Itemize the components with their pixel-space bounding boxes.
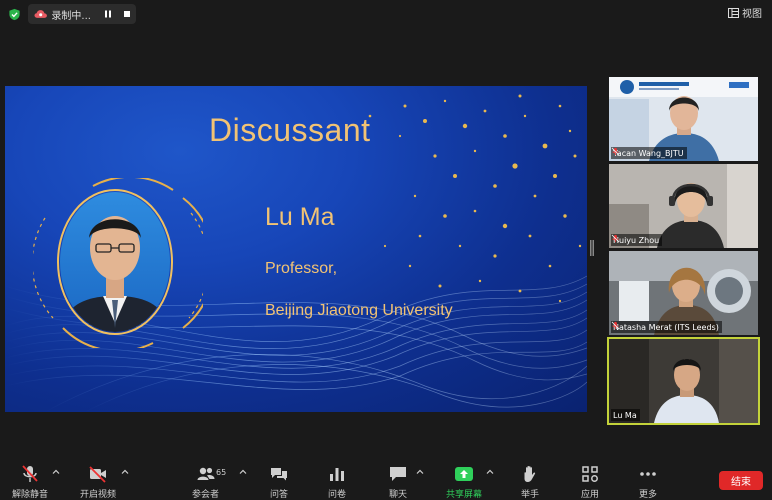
speaker-affiliation: Beijing Jiaotong University (265, 302, 453, 319)
speaker-portrait (33, 178, 203, 348)
participant-name: Yacan Wang_BJTU (613, 148, 684, 158)
pause-recording-button[interactable] (100, 5, 117, 23)
participant-label: Yacan Wang_BJTU (611, 147, 687, 159)
participant-label: Lu Ma (611, 409, 640, 421)
unmute-button[interactable]: 解除静音 (12, 464, 48, 500)
hand-icon (524, 466, 536, 482)
raise-hand-button[interactable]: 举手 (520, 464, 540, 500)
more-dots-icon (640, 472, 656, 476)
speaker-name: Lu Ma (265, 203, 335, 231)
participant-name: Natasha Merat (ITS Leeds) (613, 322, 719, 332)
video-off-icon (89, 466, 106, 483)
shield-check-icon[interactable] (8, 8, 21, 21)
apps-button[interactable]: 应用 (580, 464, 600, 500)
qa-button[interactable]: 问答 (269, 464, 289, 500)
view-label: 视图 (742, 9, 762, 20)
stop-recording-button[interactable] (119, 5, 136, 23)
meeting-window: 录制中... 视图 Discussant Lu Ma Professor, Be… (0, 0, 772, 500)
apps-label: 应用 (580, 490, 599, 500)
participant-label: Huiyu Zhou (611, 234, 663, 246)
pause-icon (105, 10, 112, 18)
recording-indicator: 录制中... (28, 4, 136, 24)
mic-muted-icon (611, 147, 620, 156)
view-button[interactable]: 视图 (728, 5, 762, 20)
video-options-chevron-icon[interactable] (121, 468, 129, 476)
active-speaker-tile[interactable]: Lu Ma (607, 337, 760, 425)
qa-label: 问答 (269, 490, 288, 500)
participants-icon (197, 467, 214, 480)
polls-label: 问卷 (327, 490, 346, 500)
participant-tile[interactable]: Huiyu Zhou (609, 164, 758, 248)
participant-tile[interactable]: Yacan Wang_BJTU (609, 77, 758, 161)
chat-options-chevron-icon[interactable] (416, 468, 424, 476)
stop-icon (124, 11, 131, 17)
bar-chart-icon (330, 468, 344, 481)
apps-icon (582, 466, 598, 482)
chat-button[interactable]: 聊天 (388, 464, 408, 500)
recording-label: 录制中... (51, 10, 91, 22)
end-meeting-button[interactable]: 结束 (719, 471, 763, 490)
participant-name: Lu Ma (613, 410, 637, 420)
participants-count: 65 (216, 468, 227, 477)
share-options-chevron-icon[interactable] (486, 468, 494, 476)
qa-icon (271, 468, 287, 481)
share-screen-button[interactable]: 共享屏幕 (446, 464, 482, 500)
participant-tile[interactable]: Natasha Merat (ITS Leeds) (609, 251, 758, 335)
mic-muted-icon (22, 465, 38, 482)
meeting-toolbar: 解除静音 开启视频 参会者 65 问答 问卷 聊天 共享屏幕 举手 应用 更多 (0, 460, 772, 500)
participants-options-chevron-icon[interactable] (239, 468, 247, 476)
more-button[interactable]: 更多 (638, 464, 658, 500)
shared-screen: Discussant Lu Ma Professor, Beijing Jiao… (5, 86, 587, 412)
panel-splitter-handle[interactable] (590, 240, 594, 256)
participants-label: 参会者 (192, 490, 220, 500)
slide-title: Discussant (209, 112, 371, 148)
chat-label: 聊天 (388, 490, 407, 500)
participant-label: Natasha Merat (ITS Leeds) (611, 321, 722, 333)
polls-button[interactable]: 问卷 (327, 464, 347, 500)
cloud-record-icon (34, 10, 47, 18)
start-video-button[interactable]: 开启视频 (80, 464, 116, 500)
mic-muted-icon (611, 234, 620, 243)
share-screen-icon (455, 467, 473, 481)
speaker-role: Professor, (265, 260, 338, 277)
start-video-label: 开启视频 (80, 490, 117, 500)
audio-options-chevron-icon[interactable] (52, 468, 60, 476)
more-label: 更多 (638, 490, 657, 500)
chat-bubble-icon (390, 467, 406, 481)
participants-button[interactable]: 参会者 (192, 464, 219, 500)
grid-view-icon (728, 7, 739, 18)
share-screen-label: 共享屏幕 (446, 490, 483, 500)
top-bar: 录制中... 视图 (0, 0, 772, 28)
raise-hand-label: 举手 (520, 490, 539, 500)
unmute-label: 解除静音 (12, 490, 49, 500)
mic-muted-icon (611, 321, 620, 330)
